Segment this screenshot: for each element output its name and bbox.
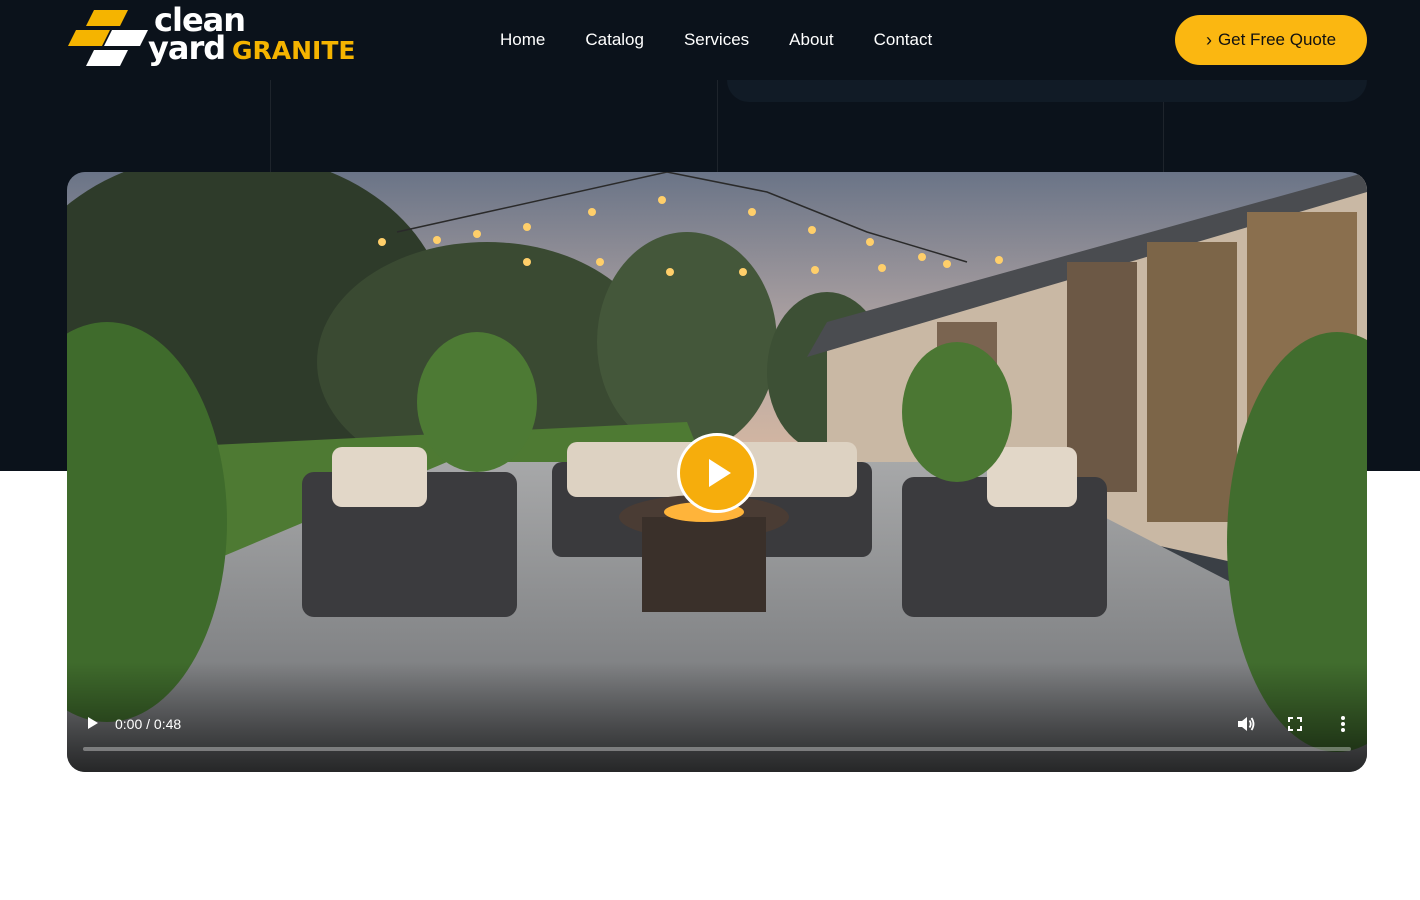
grid-divider xyxy=(717,80,718,172)
big-play-button[interactable] xyxy=(677,433,757,513)
site-header: clean yard GRANITE Home Catalog Services… xyxy=(0,0,1420,80)
quote-button-label: Get Free Quote xyxy=(1217,30,1337,49)
volume-button[interactable] xyxy=(1235,713,1257,735)
nav-about[interactable]: About xyxy=(769,28,853,52)
site-logo[interactable]: clean yard GRANITE xyxy=(66,2,356,72)
fullscreen-icon xyxy=(1288,717,1302,731)
controls-gradient xyxy=(67,662,1367,772)
logo-text-granite: GRANITE xyxy=(232,36,356,65)
logo-mark-icon xyxy=(68,10,148,66)
logo-text-yard: yard xyxy=(148,29,226,67)
grid-divider xyxy=(270,80,271,172)
nav-catalog[interactable]: Catalog xyxy=(565,28,664,52)
fullscreen-button[interactable] xyxy=(1284,713,1306,735)
play-icon xyxy=(709,459,731,487)
nav-home[interactable]: Home xyxy=(480,28,565,52)
nav-services[interactable]: Services xyxy=(664,28,769,52)
play-control-button[interactable] xyxy=(85,715,101,731)
play-icon xyxy=(88,717,98,729)
nav-contact[interactable]: Contact xyxy=(854,28,953,52)
get-free-quote-button[interactable]: › Get Free Quote xyxy=(1175,15,1367,65)
video-time: 0:00 / 0:48 xyxy=(115,716,182,732)
main-nav: Home Catalog Services About Contact xyxy=(480,28,952,52)
video-player[interactable]: 0:00 / 0:48 xyxy=(67,172,1367,772)
video-progress-bar[interactable] xyxy=(83,747,1351,751)
more-options-button[interactable] xyxy=(1332,713,1354,735)
chevron-right-icon: › xyxy=(1205,30,1212,50)
more-vertical-icon xyxy=(1341,716,1345,732)
volume-icon xyxy=(1238,717,1255,731)
